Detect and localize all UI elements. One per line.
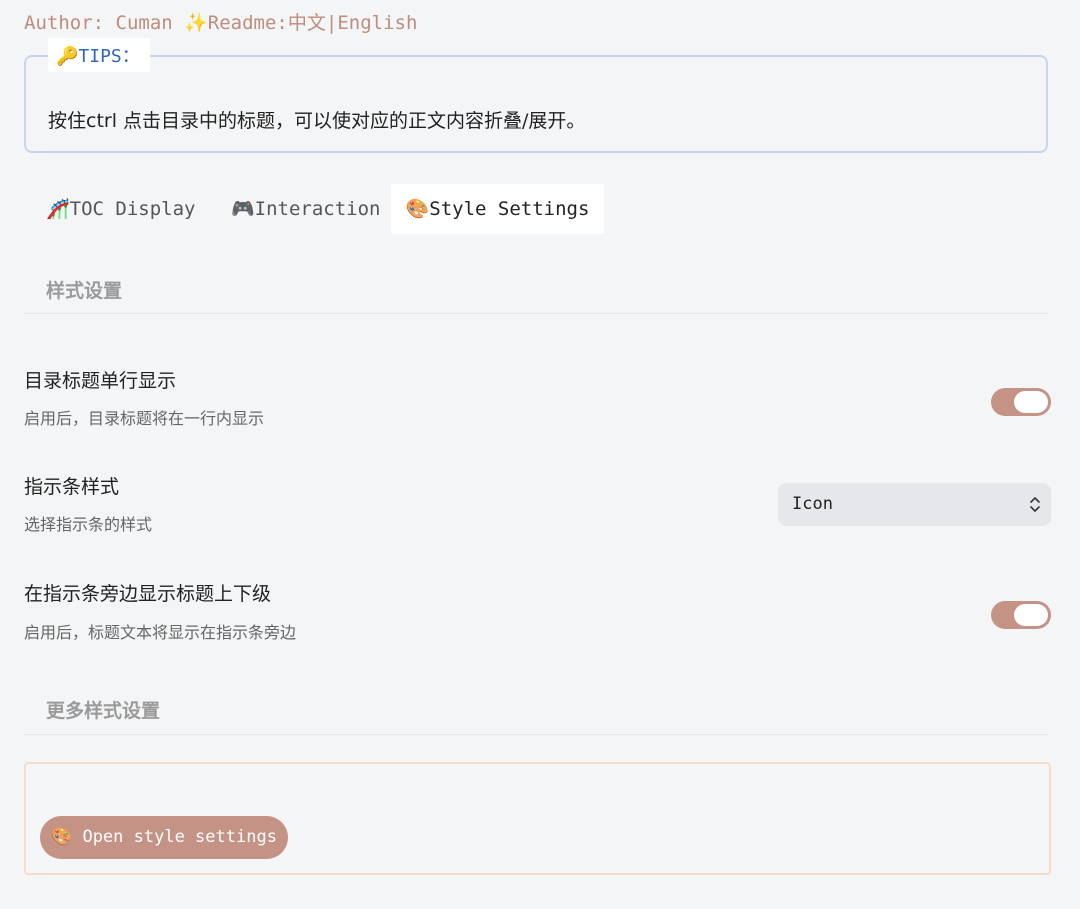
section-heading-style: 样式设置 [46, 280, 123, 302]
toggle-knob [1014, 391, 1048, 413]
tab-toc-display[interactable]: 🎢TOC Display [46, 184, 196, 234]
tab-bar: 🎢TOC Display 🎮Interaction 🎨Style Setting… [24, 184, 1048, 236]
toggle-knob [1014, 604, 1048, 626]
tips-box [24, 55, 1048, 153]
tab-interaction[interactable]: 🎮Interaction [231, 184, 381, 234]
setting-desc-single-line: 启用后，目录标题将在一行内显示 [24, 409, 265, 428]
setting-name-heading-levels: 在指示条旁边显示标题上下级 [24, 583, 272, 605]
open-style-settings-button[interactable]: 🎨 Open style settings [40, 816, 288, 859]
section-divider [24, 734, 1048, 735]
setting-name-indicator-style: 指示条样式 [24, 476, 120, 498]
single-line-toggle[interactable] [991, 388, 1051, 416]
setting-desc-heading-levels: 启用后，标题文本将显示在指示条旁边 [24, 623, 297, 642]
select-value: Icon [792, 494, 833, 514]
setting-desc-indicator-style: 选择指示条的样式 [24, 515, 153, 534]
tips-text: 按住ctrl 点击目录中的标题，可以使对应的正文内容折叠/展开。 [48, 110, 586, 132]
section-divider [24, 313, 1048, 314]
author-line: Author: Cuman ✨Readme:中文|English [24, 12, 418, 34]
indicator-style-select[interactable]: Icon [778, 483, 1051, 526]
tab-style-settings[interactable]: 🎨Style Settings [391, 184, 604, 234]
setting-name-single-line: 目录标题单行显示 [24, 370, 177, 392]
tips-legend: 🔑TIPS： [48, 38, 150, 72]
section-heading-more-style: 更多样式设置 [46, 700, 161, 722]
heading-levels-toggle[interactable] [991, 601, 1051, 629]
chevron-up-down-icon [1030, 497, 1040, 512]
